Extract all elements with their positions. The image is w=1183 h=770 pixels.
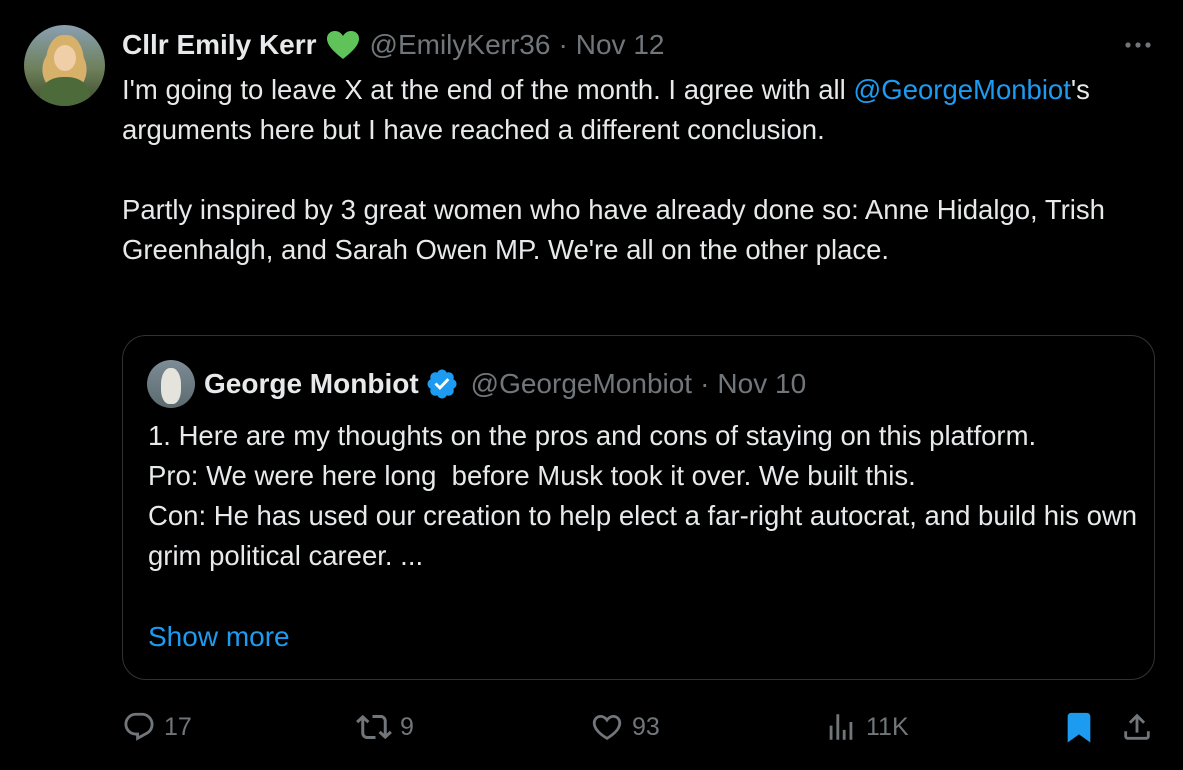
share-icon [1120,710,1154,744]
mention-link[interactable]: @GeorgeMonbiot [853,74,1070,105]
author-name[interactable]: Cllr Emily Kerr [122,29,317,61]
author-handle[interactable]: @EmilyKerr36 [370,29,551,61]
quoted-author-name[interactable]: George Monbiot [204,368,419,400]
bookmark-button[interactable] [1062,705,1096,749]
quoted-author-avatar[interactable] [147,360,195,408]
quoted-tweet-header: George Monbiot @GeorgeMonbiot · Nov 10 [204,365,806,403]
like-button[interactable]: 93 [590,705,660,749]
like-count: 93 [632,712,660,741]
bookmark-icon [1062,710,1096,744]
views-icon [824,710,858,744]
share-button[interactable] [1120,705,1154,749]
repost-count: 9 [400,712,414,741]
repost-icon [356,709,392,745]
avatar-face [54,45,76,71]
separator-dot: · [700,368,710,399]
avatar-body [40,77,90,106]
quoted-tweet-date[interactable]: Nov 10 [717,368,806,400]
verified-badge-icon [425,367,459,401]
reply-button[interactable]: 17 [122,705,192,749]
reply-icon [122,710,156,744]
separator-dot: · [558,29,568,60]
quoted-tweet-text: 1. Here are my thoughts on the pros and … [148,420,1138,571]
action-bar: 17 9 93 11K [0,705,1183,749]
tweet: Cllr Emily Kerr @EmilyKerr36 · Nov 12 I'… [0,0,1183,770]
heart-icon [590,710,624,744]
views-count: 11K [866,712,909,741]
quoted-author-handle[interactable]: @GeorgeMonbiot [471,368,692,400]
show-more-link[interactable]: Show more [148,617,290,657]
more-options-icon[interactable] [1123,35,1153,55]
avatar-bird [161,368,181,404]
reply-count: 17 [164,712,192,741]
quoted-tweet[interactable]: George Monbiot @GeorgeMonbiot · Nov 10 1… [122,335,1155,680]
repost-button[interactable]: 9 [356,705,414,749]
views-button[interactable]: 11K [824,705,909,749]
green-heart-icon [326,30,360,60]
tweet-text: I'm going to leave X at the end of the m… [122,70,1162,270]
tweet-date[interactable]: Nov 12 [576,29,665,61]
tweet-header: Cllr Emily Kerr @EmilyKerr36 · Nov 12 [122,26,664,64]
author-avatar[interactable] [24,25,105,106]
tweet-text-part1: I'm going to leave X at the end of the m… [122,74,854,105]
